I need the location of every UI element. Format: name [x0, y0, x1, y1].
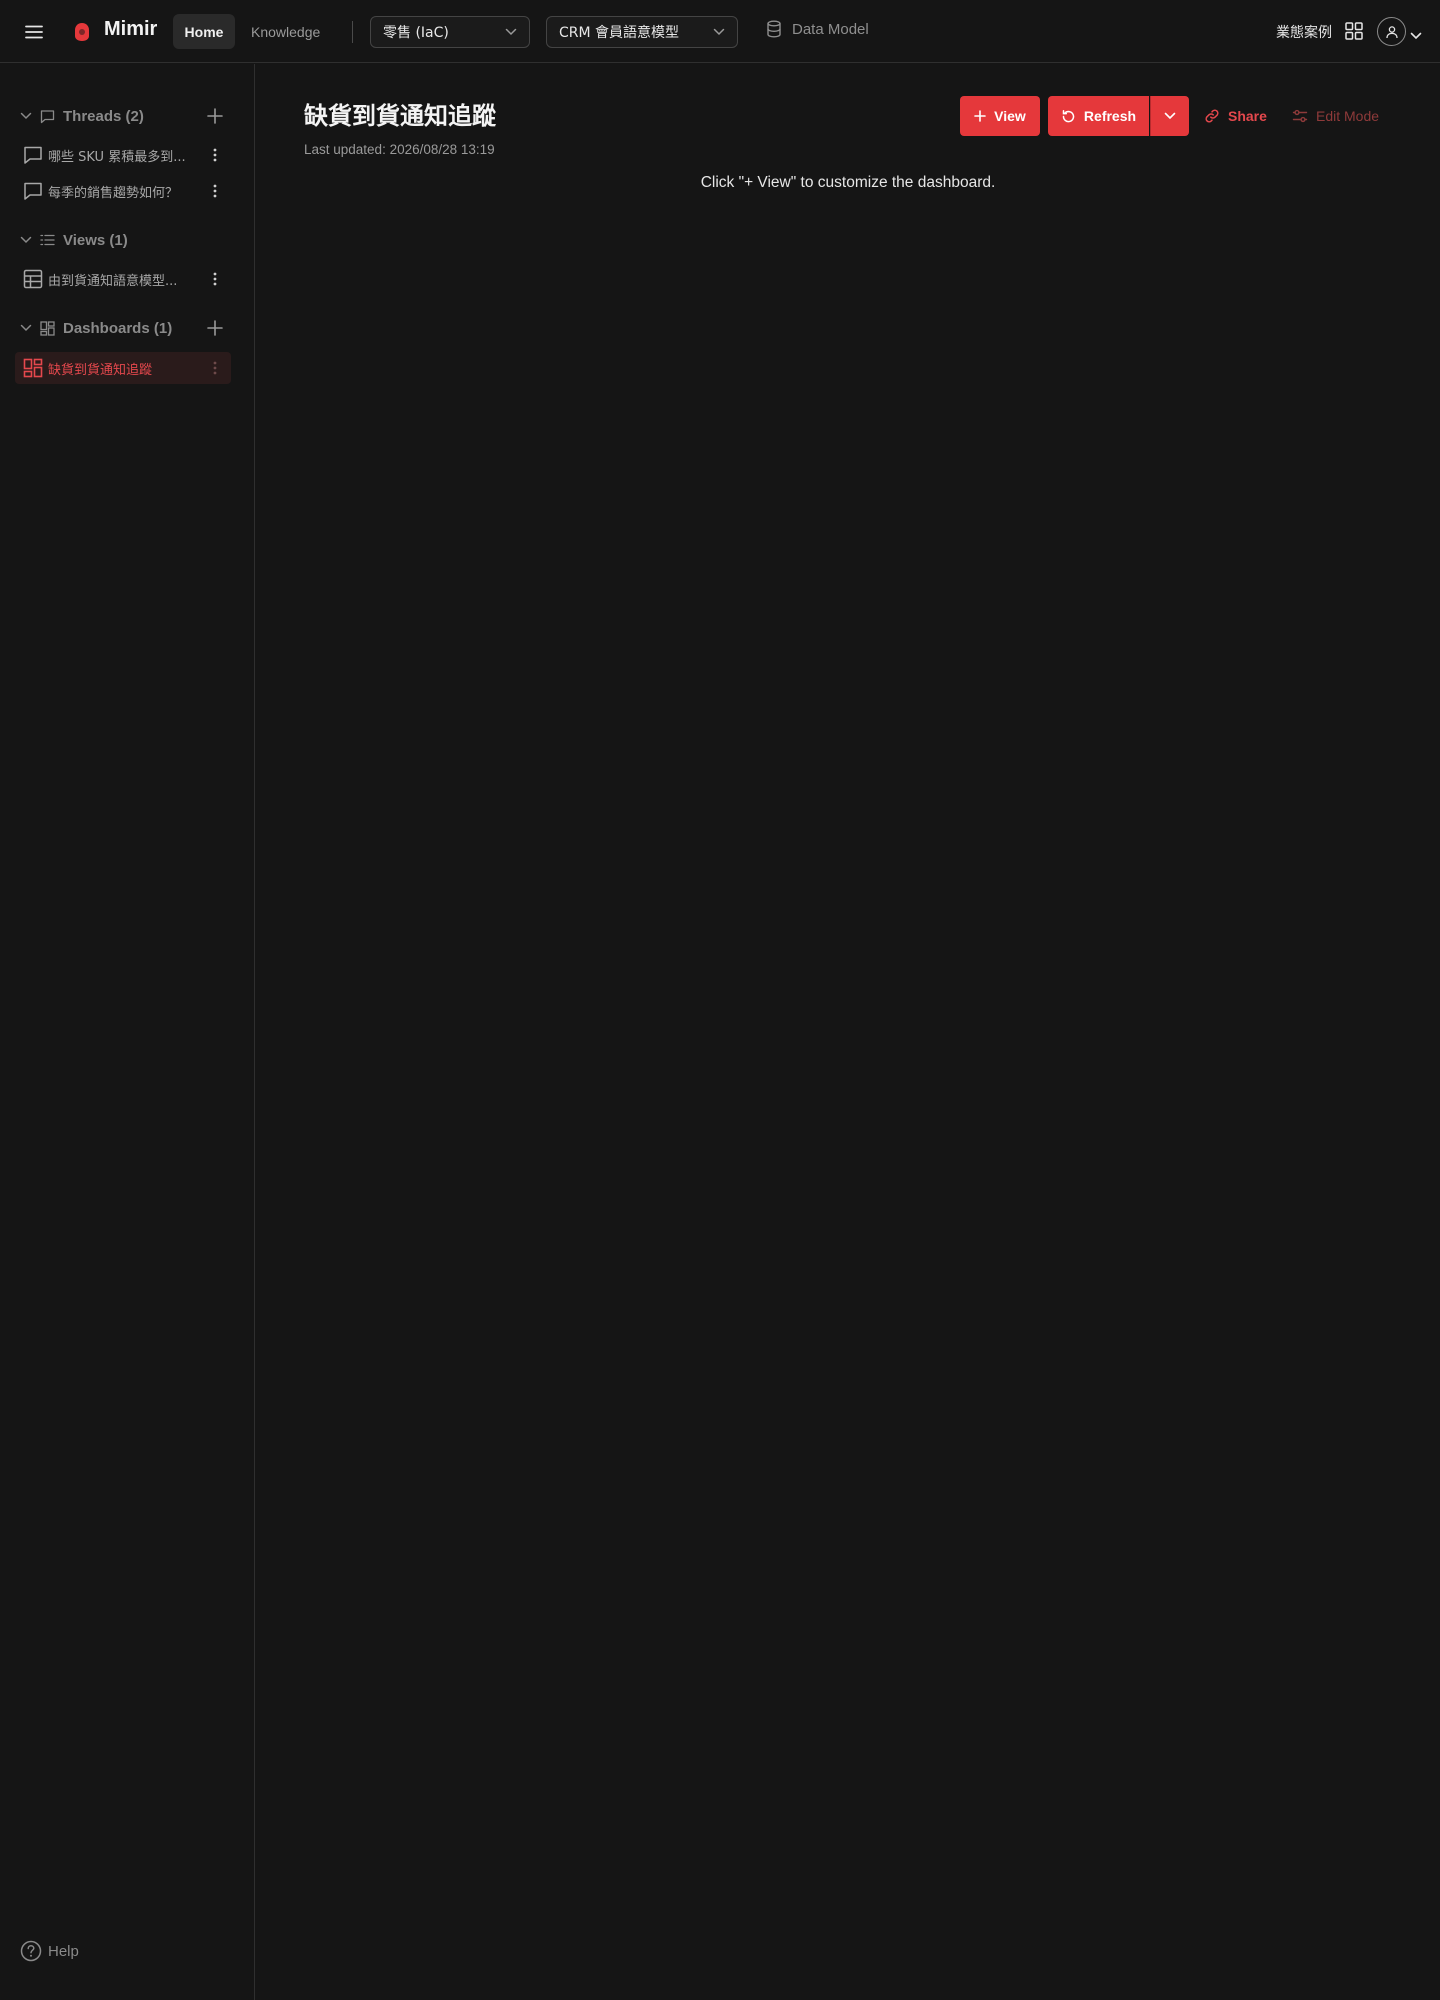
- refresh-label: Refresh: [1083, 108, 1137, 124]
- plus-icon: [974, 110, 986, 122]
- user-icon: [1385, 25, 1398, 38]
- view-item[interactable]: 由到貨通知語意模型...: [15, 263, 231, 295]
- share-button[interactable]: Share: [1204, 104, 1267, 128]
- add-dashboard-button[interactable]: [204, 317, 226, 339]
- database-icon: [767, 20, 781, 38]
- chevron-down-icon: [20, 324, 32, 332]
- dashboard-item[interactable]: 缺貨到貨通知追蹤: [15, 352, 231, 384]
- chevron-down-icon: [505, 28, 517, 36]
- project-select-value: 零售 (IaC): [383, 25, 449, 41]
- menu-icon[interactable]: [22, 20, 46, 44]
- dashboard-icon: [22, 357, 44, 379]
- add-view-button[interactable]: View: [960, 96, 1040, 136]
- thread-item[interactable]: 哪些 SKU 累積最多到...: [15, 139, 231, 171]
- plus-icon: [207, 108, 223, 124]
- dashboards-title: Dashboards (1): [63, 319, 173, 337]
- nav-knowledge[interactable]: Knowledge: [245, 14, 326, 49]
- chat-icon: [40, 109, 55, 123]
- table-icon: [22, 268, 44, 290]
- chat-icon: [22, 144, 44, 166]
- dashboard-item-label: 缺貨到貨通知追蹤: [48, 362, 153, 378]
- empty-dashboard-message: Click "+ View" to customize the dashboar…: [700, 174, 996, 191]
- edit-mode-button[interactable]: Edit Mode: [1292, 104, 1379, 128]
- model-select-value: CRM 會員語意模型: [559, 25, 680, 41]
- top-bar: Mimir Home Knowledge 零售 (IaC) CRM 會員語意模型…: [0, 0, 1440, 63]
- more-vertical-icon[interactable]: [205, 358, 225, 378]
- edit-mode-label: Edit Mode: [1316, 108, 1380, 124]
- threads-title: Threads (2): [63, 107, 144, 125]
- thread-item[interactable]: 每季的銷售趨勢如何？: [15, 175, 231, 207]
- help-circle-icon: [20, 1940, 42, 1962]
- link-icon: [1205, 109, 1219, 123]
- data-model-link[interactable]: Data Model: [766, 20, 869, 38]
- list-icon: [40, 234, 55, 246]
- refresh-icon: [1062, 109, 1075, 122]
- dashboard-icon: [40, 320, 55, 336]
- apps-grid-icon[interactable]: [1345, 22, 1363, 40]
- nav-home[interactable]: Home: [173, 14, 235, 49]
- model-select[interactable]: CRM 會員語意模型: [546, 16, 738, 48]
- chat-icon: [22, 180, 44, 202]
- thread-item-label: 哪些 SKU 累積最多到...: [48, 149, 186, 165]
- thread-item-label: 每季的銷售趨勢如何？: [48, 185, 179, 201]
- chevron-down-icon: [20, 112, 32, 120]
- last-updated: Last updated: 2026/08/28 13:19: [304, 142, 495, 157]
- refresh-options-button[interactable]: [1150, 96, 1189, 136]
- chevron-down-icon: [713, 28, 725, 36]
- views-section-header[interactable]: Views (1): [20, 229, 128, 251]
- nav-divider: [352, 21, 353, 43]
- sidebar: Threads (2) 哪些 SKU 累積最多到... 每季的銷售趨勢如何？ V…: [0, 64, 255, 2000]
- sliders-icon: [1292, 109, 1308, 123]
- brand-name[interactable]: Mimir: [104, 18, 157, 41]
- chevron-down-icon: [20, 236, 32, 244]
- dashboards-section-header[interactable]: Dashboards (1): [20, 317, 172, 339]
- cases-link[interactable]: 業態案例: [1276, 22, 1332, 42]
- user-avatar[interactable]: [1377, 17, 1406, 46]
- chevron-down-icon[interactable]: [1410, 25, 1422, 44]
- more-vertical-icon[interactable]: [205, 269, 225, 289]
- views-title: Views (1): [63, 231, 128, 249]
- view-item-label: 由到貨通知語意模型...: [48, 273, 178, 289]
- add-view-label: View: [994, 108, 1026, 124]
- chevron-down-icon: [1164, 112, 1176, 120]
- data-model-label: Data Model: [792, 20, 869, 38]
- page-title: 缺貨到貨通知追蹤: [304, 102, 496, 130]
- more-vertical-icon[interactable]: [205, 181, 225, 201]
- logo-icon: [71, 21, 93, 43]
- more-vertical-icon[interactable]: [205, 145, 225, 165]
- project-select[interactable]: 零售 (IaC): [370, 16, 530, 48]
- refresh-button[interactable]: Refresh: [1048, 96, 1149, 136]
- threads-section-header[interactable]: Threads (2): [20, 105, 144, 127]
- help-link[interactable]: Help: [20, 1940, 79, 1962]
- help-label: Help: [48, 1942, 79, 1960]
- add-thread-button[interactable]: [204, 105, 226, 127]
- plus-icon: [207, 320, 223, 336]
- share-label: Share: [1228, 108, 1267, 124]
- main-content: 缺貨到貨通知追蹤 Last updated: 2026/08/28 13:19 …: [256, 64, 1440, 2000]
